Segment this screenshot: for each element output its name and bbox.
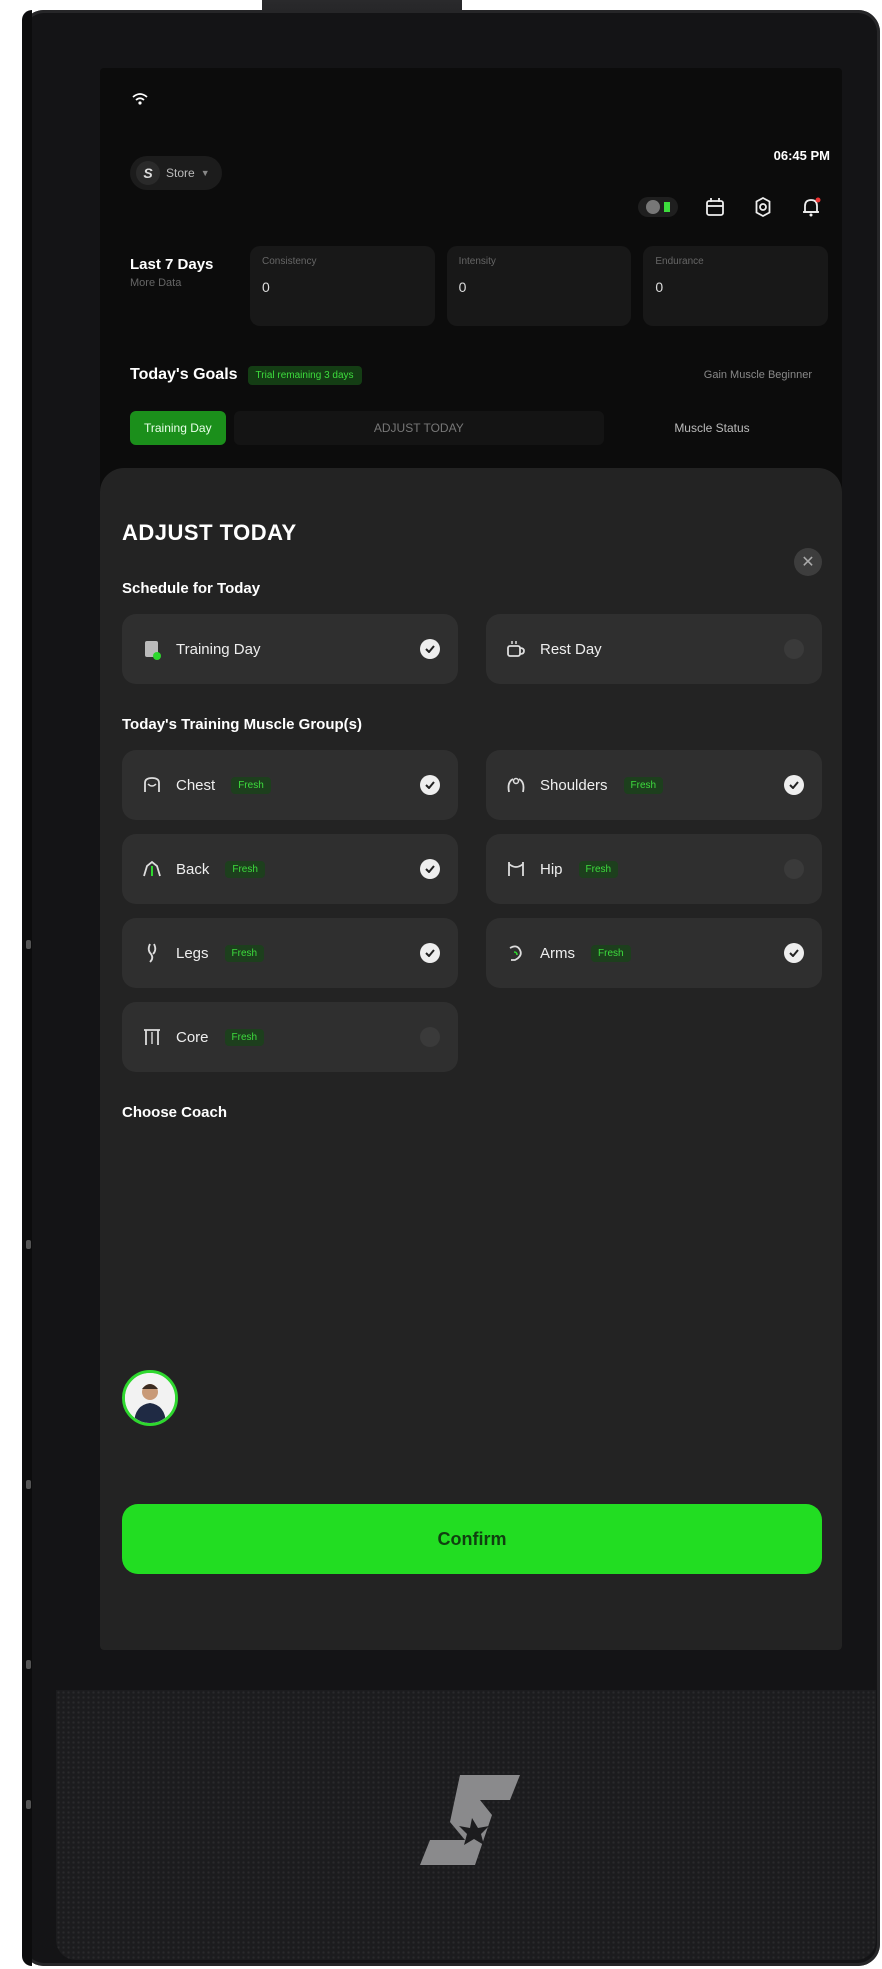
- stats-subtitle: More Data: [130, 277, 182, 289]
- close-icon: ✕: [801, 554, 815, 571]
- muscle-option-core[interactable]: Core Fresh: [122, 1002, 458, 1072]
- side-port: [26, 940, 31, 949]
- muscle-heading: Today's Training Muscle Group(s): [122, 716, 362, 733]
- check-icon: [420, 943, 440, 963]
- muscle-option-shoulders[interactable]: Shoulders Fresh: [486, 750, 822, 820]
- coach-portrait-icon: [125, 1373, 175, 1423]
- modal-title: ADJUST TODAY: [122, 520, 297, 545]
- tab-adjust-today[interactable]: ADJUST TODAY: [233, 411, 604, 445]
- stat-label: Consistency: [262, 256, 317, 267]
- badge-count-icon: [664, 202, 670, 212]
- adjust-today-modal: ADJUST TODAY ✕ Schedule for Today Traini…: [100, 468, 842, 1650]
- stat-card-intensity: Intensity 0: [446, 246, 632, 326]
- check-icon: [784, 775, 804, 795]
- muscle-option-back[interactable]: Back Fresh: [122, 834, 458, 904]
- brand-logo-icon: [420, 1775, 520, 1865]
- stat-value: 0: [262, 279, 270, 295]
- shoulders-muscle-icon: [504, 773, 528, 797]
- option-label: Back: [176, 860, 210, 878]
- goals-title: Today's Goals: [130, 366, 238, 383]
- stat-value: 0: [458, 279, 467, 295]
- option-label: Rest Day: [540, 640, 602, 658]
- avatar-icon: [646, 200, 660, 214]
- clipboard-icon: [140, 637, 164, 661]
- coach-avatar[interactable]: [122, 1370, 178, 1426]
- check-icon: [420, 639, 440, 659]
- check-icon: [420, 775, 440, 795]
- option-label: Training Day: [176, 640, 261, 658]
- legs-muscle-icon: [140, 941, 164, 965]
- wifi-icon: [132, 93, 148, 105]
- bell-icon[interactable]: [800, 196, 822, 218]
- store-selector[interactable]: S Store ▼: [130, 156, 222, 190]
- tab-training-day[interactable]: Training Day: [130, 411, 226, 445]
- unchecked-icon: [784, 639, 804, 659]
- fresh-badge: Fresh: [224, 944, 265, 962]
- hip-muscle-icon: [504, 857, 528, 881]
- fresh-badge: Fresh: [623, 776, 664, 794]
- schedule-option-rest[interactable]: Rest Day: [486, 614, 822, 684]
- option-label: Hip: [540, 860, 563, 878]
- stats-title: Last 7 Days: [130, 256, 214, 273]
- arms-muscle-icon: [504, 941, 528, 965]
- back-muscle-icon: [140, 857, 164, 881]
- confirm-button[interactable]: Confirm: [122, 1504, 822, 1574]
- side-port: [26, 1660, 31, 1669]
- fresh-badge: Fresh: [225, 860, 265, 878]
- weekly-stats: Last 7 Days More Data Consistency 0 Inte…: [130, 246, 829, 326]
- brand-logo-icon: S: [136, 161, 160, 185]
- option-label: Core: [176, 1028, 209, 1046]
- side-port: [26, 1800, 31, 1809]
- unchecked-icon: [784, 859, 804, 879]
- fresh-badge: Fresh: [591, 944, 631, 962]
- tab-muscle-status[interactable]: Muscle Status: [612, 411, 812, 445]
- side-port: [26, 1480, 31, 1489]
- top-toolbar: [638, 196, 822, 218]
- stat-label: Intensity: [458, 256, 496, 267]
- stat-card-endurance: Endurance 0: [643, 246, 829, 326]
- check-icon: [784, 943, 804, 963]
- gear-icon[interactable]: [752, 196, 774, 218]
- option-label: Shoulders: [540, 776, 608, 794]
- bezel-edge: [22, 10, 32, 1966]
- stat-value: 0: [655, 279, 664, 295]
- coffee-cup-icon: [504, 637, 528, 661]
- core-muscle-icon: [140, 1025, 164, 1049]
- schedule-heading: Schedule for Today: [122, 580, 261, 597]
- trial-tag: Trial remaining 3 days: [247, 365, 362, 385]
- day-tabs: Training Day ADJUST TODAY Muscle Status: [130, 408, 812, 448]
- coach-heading: Choose Coach: [122, 1104, 228, 1121]
- calendar-icon[interactable]: [704, 196, 726, 218]
- muscle-option-arms[interactable]: Arms Fresh: [486, 918, 822, 988]
- goal-mode[interactable]: Gain Muscle Beginner: [704, 369, 812, 381]
- stat-label: Endurance: [655, 256, 704, 267]
- status-time: 06:45 PM: [773, 148, 830, 163]
- profile-badge[interactable]: [638, 197, 678, 217]
- fresh-badge: Fresh: [231, 776, 271, 794]
- close-button[interactable]: ✕: [794, 548, 822, 576]
- stats-heading[interactable]: Last 7 Days More Data: [130, 246, 238, 326]
- schedule-option-training[interactable]: Training Day: [122, 614, 458, 684]
- fresh-badge: Fresh: [578, 860, 619, 878]
- option-label: Arms: [540, 944, 575, 962]
- chest-muscle-icon: [140, 773, 164, 797]
- option-label: Chest: [176, 776, 216, 794]
- stat-card-consistency: Consistency 0: [250, 246, 435, 326]
- muscle-option-hip[interactable]: Hip Fresh: [486, 834, 822, 904]
- chevron-down-icon: ▼: [200, 168, 210, 178]
- option-label: Legs: [176, 944, 209, 962]
- muscle-option-chest[interactable]: Chest Fresh: [122, 750, 458, 820]
- unchecked-icon: [420, 1027, 440, 1047]
- check-icon: [420, 859, 440, 879]
- side-port: [26, 1240, 31, 1249]
- goals-row: Today's Goals Trial remaining 3 days Gai…: [130, 360, 812, 390]
- screen: 06:45 PM S Store ▼ Last 7 Days More Data…: [100, 68, 842, 1650]
- store-label: Store: [166, 166, 195, 180]
- fresh-badge: Fresh: [224, 1028, 265, 1046]
- muscle-option-legs[interactable]: Legs Fresh: [122, 918, 458, 988]
